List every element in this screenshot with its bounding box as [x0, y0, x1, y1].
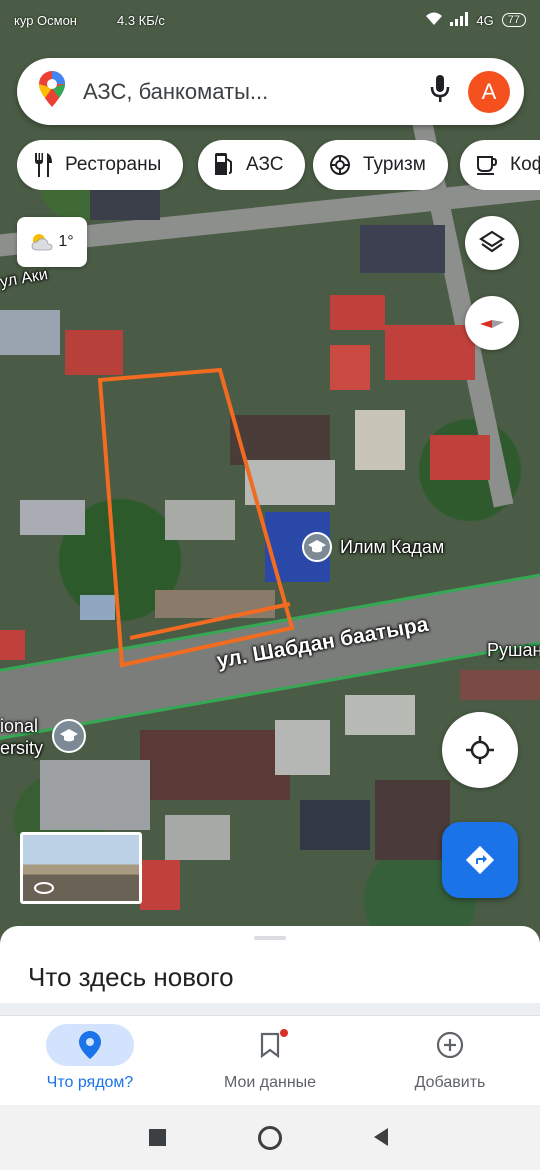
poi-university[interactable]: ional ersity: [0, 715, 86, 759]
account-avatar[interactable]: А: [468, 70, 510, 113]
nav-label: Мои данные: [223, 1074, 317, 1091]
wifi-icon: [426, 12, 443, 29]
chip-label: Рестораны: [65, 154, 162, 175]
microphone-icon[interactable]: [430, 74, 450, 109]
directions-button[interactable]: [442, 822, 518, 898]
compass-button[interactable]: [465, 296, 519, 350]
status-bar: кур Осмон 4.3 КБ/с 4G 77: [0, 0, 540, 40]
home-button[interactable]: [258, 1126, 282, 1150]
chip-tourism[interactable]: Туризм: [313, 140, 448, 190]
category-chips: Рестораны АЗС Туризм Коф: [17, 140, 540, 190]
sheet-drag-handle[interactable]: [254, 936, 286, 940]
my-location-icon: [466, 736, 494, 764]
layers-button[interactable]: [465, 216, 519, 270]
gas-station-icon: [215, 153, 232, 175]
poi-school[interactable]: Илим Кадам: [302, 532, 444, 562]
chip-label: АЗС: [246, 154, 284, 175]
street-label-right: Рушан: [487, 640, 540, 660]
sheet-divider: [0, 1003, 540, 1015]
chip-coffee[interactable]: Коф: [460, 140, 540, 190]
chip-label: Туризм: [363, 154, 426, 175]
status-left-text: кур Осмон: [14, 12, 77, 28]
maps-pin-logo-icon: [39, 71, 65, 112]
search-bar[interactable]: АЗС, банкоматы... А: [17, 58, 524, 125]
nav-label: Добавить: [414, 1074, 486, 1091]
nav-explore[interactable]: Что рядом?: [0, 1016, 180, 1106]
camera-icon: [330, 155, 350, 175]
recents-button[interactable]: [149, 1129, 166, 1146]
battery-indicator: 77: [501, 13, 526, 27]
partly-cloudy-icon: [31, 234, 53, 251]
network-speed: 4.3 КБ/с: [117, 12, 165, 28]
layers-icon: [479, 230, 505, 253]
network-type: 4G: [476, 12, 494, 28]
bottom-navigation: Что рядом? Мои данные Добавить: [0, 1015, 540, 1105]
graduation-cap-icon: [302, 532, 332, 562]
sheet-title: Что здесь нового: [28, 962, 234, 992]
graduation-cap-icon: [52, 719, 86, 753]
chip-restaurants[interactable]: Рестораны: [17, 140, 184, 190]
notification-dot: [280, 1029, 288, 1037]
search-input[interactable]: АЗС, банкоматы...: [83, 79, 430, 105]
rotate-360-icon: [34, 882, 54, 894]
nav-saved[interactable]: Мои данные: [180, 1016, 360, 1106]
system-navigation-bar: [0, 1105, 540, 1170]
directions-icon: [465, 845, 495, 875]
back-button[interactable]: [372, 1127, 390, 1147]
my-location-button[interactable]: [442, 712, 518, 788]
nav-contribute[interactable]: Добавить: [360, 1016, 540, 1106]
fork-knife-icon: [35, 153, 52, 177]
chip-gas-stations[interactable]: АЗС: [198, 140, 306, 190]
poi-university-label-1: ional: [0, 716, 39, 736]
weather-badge[interactable]: 1°: [17, 217, 87, 267]
nav-label: Что рядом?: [46, 1074, 134, 1091]
location-pin-icon: [79, 1031, 101, 1059]
signal-icon: [450, 11, 469, 29]
poi-university-label-2: ersity: [0, 738, 44, 758]
coffee-icon: [477, 156, 498, 175]
add-circle-icon: [436, 1031, 464, 1059]
chip-label: Коф: [510, 154, 540, 175]
temperature: 1°: [58, 233, 74, 250]
street-view-thumbnail[interactable]: [20, 832, 142, 904]
poi-school-label: Илим Кадам: [340, 536, 445, 557]
compass-icon: [480, 320, 504, 328]
bookmark-icon: [260, 1032, 280, 1058]
